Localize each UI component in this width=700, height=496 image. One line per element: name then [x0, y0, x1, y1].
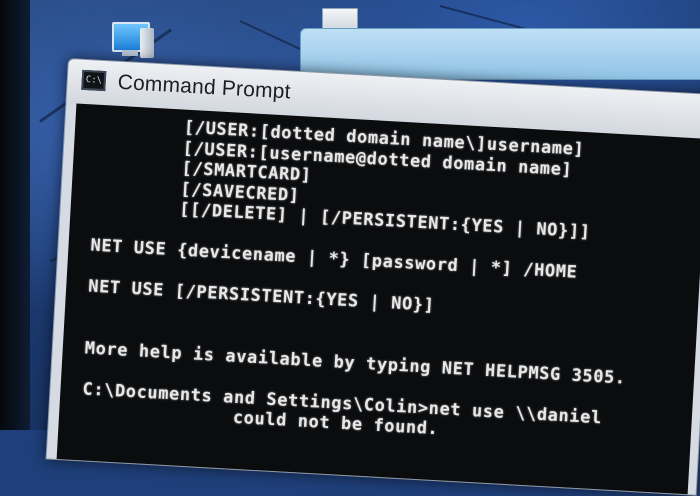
window-title: Command Prompt	[117, 70, 292, 104]
monitor-base	[122, 50, 138, 56]
my-computer-icon[interactable]	[104, 18, 160, 62]
background-window[interactable]	[300, 28, 700, 80]
console-line: More help is available by typing NET HEL…	[84, 337, 627, 389]
console-line: NET USE [/PERSISTENT:{YES | NO}]	[87, 276, 436, 316]
console-output[interactable]: [/USER:[dotted domain name\]username] [/…	[56, 103, 700, 495]
screen-bezel	[0, 0, 30, 430]
console-line: [[/DELETE] | [/PERSISTENT:{YES | NO}]]	[92, 194, 592, 243]
command-prompt-window[interactable]: C:\ Command Prompt [/USER:[dotted domain…	[45, 58, 700, 496]
console-line: NET USE {devicename | *} [password | *] …	[90, 235, 578, 283]
command-prompt-icon[interactable]: C:\	[81, 69, 107, 92]
tower-icon	[140, 28, 154, 58]
